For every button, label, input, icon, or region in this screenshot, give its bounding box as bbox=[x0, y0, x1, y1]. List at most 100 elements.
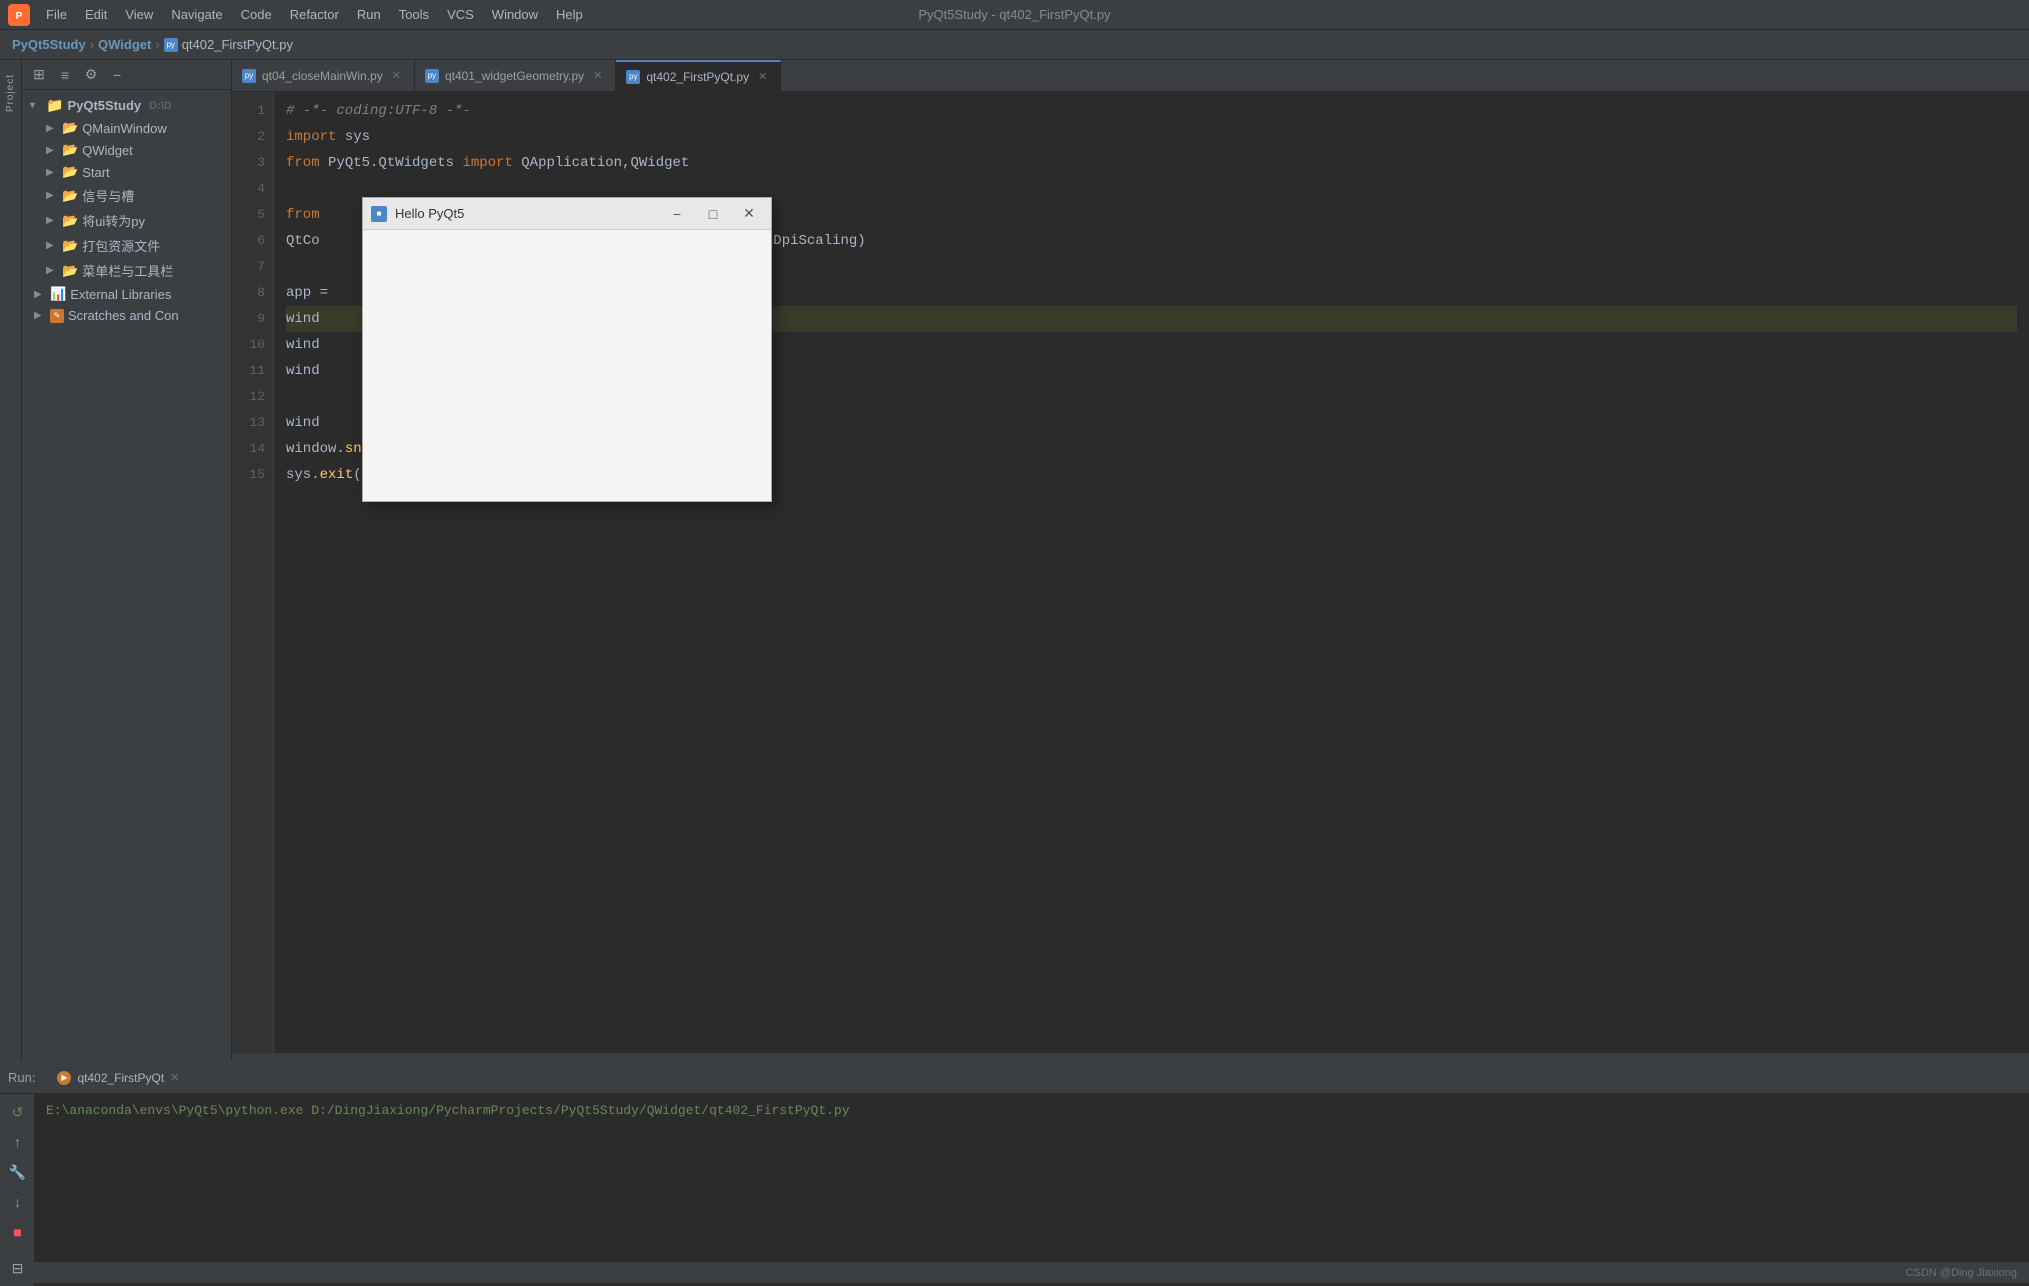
settings-btn[interactable]: 🔧 bbox=[6, 1160, 30, 1184]
menu-vcs[interactable]: VCS bbox=[439, 4, 482, 25]
run-tab-icon: ▶ bbox=[57, 1071, 71, 1085]
sidebar-settings-btn[interactable]: ⚙ bbox=[80, 64, 102, 86]
editor-section: py qt04_closeMainWin.py ✕ py qt401_widge… bbox=[232, 60, 2029, 1061]
menu-edit[interactable]: Edit bbox=[77, 4, 115, 25]
floating-title: Hello PyQt5 bbox=[395, 206, 655, 221]
breadcrumb-file[interactable]: py qt402_FirstPyQt.py bbox=[164, 37, 293, 52]
sidebar: ⊞ ≡ ⚙ − ▾ 📁 PyQt5Study D:\D ▶ 📂 QMainWin… bbox=[22, 60, 232, 1061]
horizontal-scrollbar[interactable] bbox=[232, 1053, 2029, 1061]
sidebar-item-extlibs[interactable]: ▶ 📊 External Libraries bbox=[22, 283, 231, 305]
sidebar-label-start: Start bbox=[82, 165, 109, 180]
sidebar-item-menubar[interactable]: ▶ 📂 菜单栏与工具栏 bbox=[22, 258, 231, 283]
chevron-icon: ▶ bbox=[34, 310, 46, 321]
bottom-row: ↺ ↑ 🔧 ↓ ■ ⊟ E:\anaconda\envs\PyQt5\pytho… bbox=[0, 1094, 2029, 1286]
chevron-icon: ▶ bbox=[46, 240, 58, 251]
menu-help[interactable]: Help bbox=[548, 4, 591, 25]
scratch-icon: ✎ bbox=[50, 309, 64, 323]
tab-label-1: qt401_widgetGeometry.py bbox=[445, 69, 584, 83]
sidebar-item-scratches[interactable]: ▶ ✎ Scratches and Con bbox=[22, 305, 231, 326]
menu-file[interactable]: File bbox=[38, 4, 75, 25]
sidebar-item-pyqt5study[interactable]: ▾ 📁 PyQt5Study D:\D bbox=[22, 94, 231, 117]
sidebar-item-start[interactable]: ▶ 📂 Start bbox=[22, 161, 231, 183]
tab-close-1[interactable]: ✕ bbox=[590, 68, 605, 83]
floating-body bbox=[363, 230, 771, 501]
file-icon-breadcrumb: py bbox=[164, 38, 178, 52]
code-line-2: import sys bbox=[286, 124, 2017, 150]
sidebar-toolbar: ⊞ ≡ ⚙ − bbox=[22, 60, 231, 90]
tab-close-2[interactable]: ✕ bbox=[755, 69, 770, 84]
stop-btn[interactable]: ■ bbox=[6, 1220, 30, 1244]
svg-text:P: P bbox=[16, 11, 23, 22]
ln-2: 2 bbox=[232, 124, 265, 150]
chevron-icon: ▶ bbox=[46, 190, 58, 201]
floating-minimize-btn[interactable]: − bbox=[663, 203, 691, 225]
extlibs-icon: 📊 bbox=[50, 286, 66, 302]
ln-10: 10 bbox=[232, 332, 265, 358]
menu-navigate[interactable]: Navigate bbox=[163, 4, 230, 25]
menu-items: File Edit View Navigate Code Refactor Ru… bbox=[38, 4, 591, 25]
sidebar-expand-btn[interactable]: ≡ bbox=[54, 64, 76, 86]
tab-icon-1: py bbox=[425, 69, 439, 83]
ln-4: 4 bbox=[232, 176, 265, 202]
ln-14: 14 bbox=[232, 436, 265, 462]
ln-7: 7 bbox=[232, 254, 265, 280]
tab-closeMainWin[interactable]: py qt04_closeMainWin.py ✕ bbox=[232, 60, 415, 92]
menu-view[interactable]: View bbox=[117, 4, 161, 25]
sidebar-collapse-all-btn[interactable]: ⊞ bbox=[28, 64, 50, 86]
floating-close-btn[interactable]: ✕ bbox=[735, 203, 763, 225]
collapse-btn[interactable]: ⊟ bbox=[6, 1256, 30, 1280]
breadcrumb-root[interactable]: PyQt5Study bbox=[12, 37, 86, 52]
rerun-btn[interactable]: ↺ bbox=[6, 1100, 30, 1124]
sidebar-item-package[interactable]: ▶ 📂 打包资源文件 bbox=[22, 233, 231, 258]
menu-code[interactable]: Code bbox=[233, 4, 280, 25]
tab-icon-2: py bbox=[626, 70, 640, 84]
menu-run[interactable]: Run bbox=[349, 4, 389, 25]
folder-icon-package: 📂 bbox=[62, 238, 78, 254]
run-tab-close[interactable]: ✕ bbox=[170, 1071, 179, 1084]
scroll-down-btn[interactable]: ↓ bbox=[6, 1190, 30, 1214]
tab-close-0[interactable]: ✕ bbox=[389, 68, 404, 83]
menu-bar: P File Edit View Navigate Code Refactor … bbox=[0, 0, 2029, 30]
scroll-up-btn[interactable]: ↑ bbox=[6, 1130, 30, 1154]
chevron-icon: ▾ bbox=[30, 100, 42, 111]
menu-window[interactable]: Window bbox=[484, 4, 546, 25]
vertical-tab-strip: Project bbox=[0, 60, 22, 1061]
project-tab[interactable]: Project bbox=[3, 68, 18, 118]
sidebar-label-signals: 信号与槽 bbox=[82, 186, 134, 205]
sidebar-item-qwidget[interactable]: ▶ 📂 QWidget bbox=[22, 139, 231, 161]
sidebar-item-signals[interactable]: ▶ 📂 信号与槽 bbox=[22, 183, 231, 208]
sidebar-item-qmainwindow[interactable]: ▶ 📂 QMainWindow bbox=[22, 117, 231, 139]
floating-app-icon: ■ bbox=[371, 206, 387, 222]
sidebar-label-qmainwindow: QMainWindow bbox=[82, 121, 167, 136]
floating-maximize-btn[interactable]: □ bbox=[699, 203, 727, 225]
floating-window[interactable]: ■ Hello PyQt5 − □ ✕ bbox=[362, 197, 772, 502]
tab-widgetGeometry[interactable]: py qt401_widgetGeometry.py ✕ bbox=[415, 60, 616, 92]
breadcrumb: PyQt5Study › QWidget › py qt402_FirstPyQ… bbox=[0, 30, 2029, 60]
ln-5: 5 bbox=[232, 202, 265, 228]
breadcrumb-parent[interactable]: QWidget bbox=[98, 37, 151, 52]
ln-12: 12 bbox=[232, 384, 265, 410]
menu-refactor[interactable]: Refactor bbox=[282, 4, 347, 25]
ln-6: 6 bbox=[232, 228, 265, 254]
tab-firstPyQt[interactable]: py qt402_FirstPyQt.py ✕ bbox=[616, 60, 781, 92]
bottom-panel: Run: ▶ qt402_FirstPyQt ✕ ↺ ↑ 🔧 ↓ ■ ⊟ E:\… bbox=[0, 1061, 2029, 1261]
ln-11: 11 bbox=[232, 358, 265, 384]
bottom-tab-run[interactable]: ▶ qt402_FirstPyQt ✕ bbox=[47, 1062, 189, 1094]
chevron-icon: ▶ bbox=[46, 145, 58, 156]
folder-icon-signals: 📂 bbox=[62, 188, 78, 204]
sidebar-label-pyqt5study: PyQt5Study bbox=[67, 98, 141, 113]
tab-label-2: qt402_FirstPyQt.py bbox=[646, 70, 749, 84]
floating-title-bar: ■ Hello PyQt5 − □ ✕ bbox=[363, 198, 771, 230]
run-tab-label: qt402_FirstPyQt bbox=[77, 1071, 164, 1085]
bottom-tab-bar: Run: ▶ qt402_FirstPyQt ✕ bbox=[0, 1062, 2029, 1094]
menu-tools[interactable]: Tools bbox=[391, 4, 437, 25]
line-numbers: 1 2 3 4 5 6 7 8 9 10 11 12 13 14 bbox=[232, 92, 274, 1053]
sidebar-item-uitopy[interactable]: ▶ 📂 将ui转为py bbox=[22, 208, 231, 233]
tab-icon-0: py bbox=[242, 69, 256, 83]
project-folder-icon: 📁 bbox=[46, 97, 63, 114]
bottom-toolbar: ↺ ↑ 🔧 ↓ ■ ⊟ bbox=[0, 1094, 34, 1286]
sidebar-close-btn[interactable]: − bbox=[106, 64, 128, 86]
ln-15: 15 bbox=[232, 462, 265, 488]
code-editor[interactable]: 1 2 3 4 5 6 7 8 9 10 11 12 13 14 bbox=[232, 92, 2029, 1053]
run-command-line: E:\anaconda\envs\PyQt5\python.exe D:/Din… bbox=[46, 1100, 2017, 1122]
